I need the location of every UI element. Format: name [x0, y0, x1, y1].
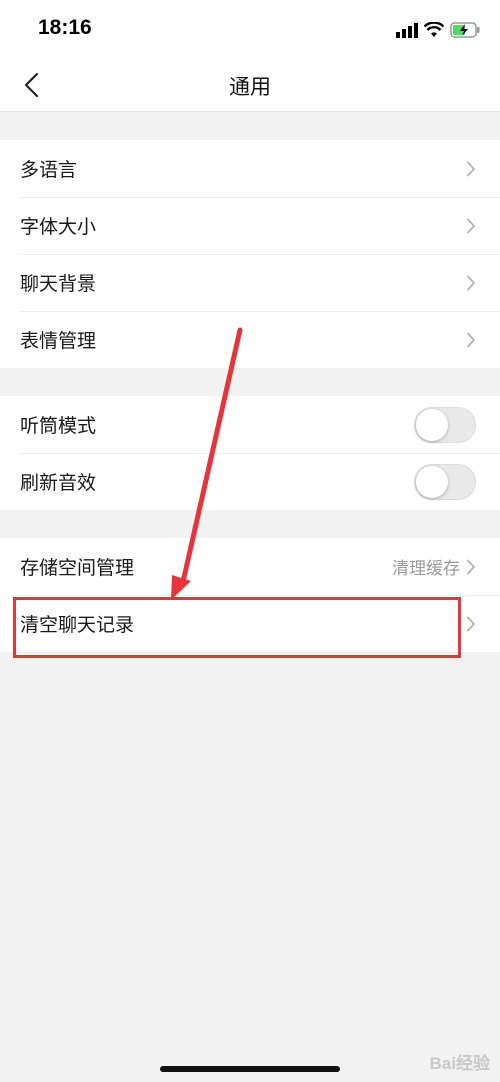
nav-bar: 通用 [0, 60, 500, 112]
earpiece-mode-toggle[interactable] [414, 407, 476, 443]
row-sticker-management[interactable]: 表情管理 [0, 311, 500, 368]
row-label: 表情管理 [20, 330, 97, 352]
settings-group-storage: 存储空间管理 清理缓存 清空聊天记录 [0, 538, 500, 652]
wifi-icon [424, 22, 444, 37]
status-icons [396, 20, 480, 40]
chevron-right-icon [467, 275, 475, 291]
chevron-right-icon [467, 332, 475, 348]
row-label: 多语言 [20, 159, 78, 181]
row-font-size[interactable]: 字体大小 [0, 197, 500, 254]
status-bar: 18:16 [0, 0, 500, 60]
row-chat-background[interactable]: 聊天背景 [0, 254, 500, 311]
toggle-knob [416, 466, 448, 498]
row-refresh-sound: 刷新音效 [0, 453, 500, 510]
watermark: Bai经验 [429, 1054, 490, 1073]
row-label: 聊天背景 [20, 273, 97, 295]
toggle-knob [416, 409, 448, 441]
row-label: 存储空间管理 [20, 557, 135, 579]
signal-icon [396, 23, 418, 38]
battery-charging-icon [450, 22, 480, 38]
settings-group-sound: 听筒模式 刷新音效 [0, 396, 500, 510]
status-time: 18:16 [38, 16, 92, 39]
home-indicator[interactable] [160, 1066, 340, 1072]
row-earpiece-mode: 听筒模式 [0, 396, 500, 453]
row-detail: 清理缓存 [392, 559, 460, 579]
row-clear-chat-history[interactable]: 清空聊天记录 [0, 595, 500, 652]
row-label: 清空聊天记录 [20, 614, 135, 636]
chevron-right-icon [467, 218, 475, 234]
row-label: 刷新音效 [20, 472, 97, 494]
row-label: 听筒模式 [20, 415, 97, 437]
row-language[interactable]: 多语言 [0, 140, 500, 197]
row-storage-management[interactable]: 存储空间管理 清理缓存 [0, 538, 500, 595]
row-label: 字体大小 [20, 216, 97, 238]
chevron-right-icon [467, 161, 475, 177]
page-title: 通用 [229, 75, 271, 99]
chevron-right-icon [467, 559, 475, 575]
settings-group-display: 多语言 字体大小 聊天背景 表情管理 [0, 140, 500, 368]
chevron-right-icon [467, 616, 475, 632]
refresh-sound-toggle[interactable] [414, 464, 476, 500]
